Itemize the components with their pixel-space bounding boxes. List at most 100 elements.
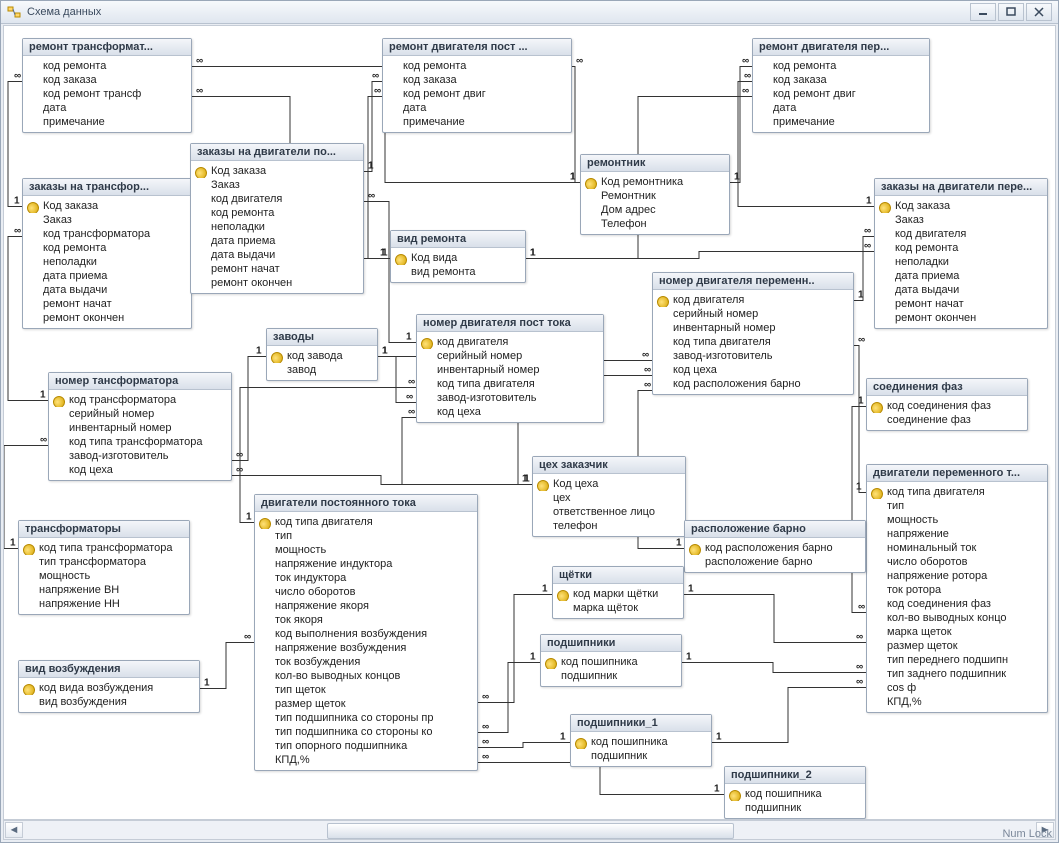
table-header[interactable]: расположение барно [685,521,865,538]
table-field[interactable]: завод-изготовитель [653,349,853,363]
table-field[interactable]: тип подшипника со стороны ко [255,725,477,739]
table-field[interactable]: Код цеха [533,477,685,491]
table-header[interactable]: соединения фаз [867,379,1027,396]
scroll-track[interactable] [24,823,1035,837]
table-field[interactable]: ток якоря [255,613,477,627]
table-field[interactable]: КПД,% [867,695,1047,709]
table-field[interactable]: ток индуктора [255,571,477,585]
table-field[interactable]: Ремонтник [581,189,729,203]
table-field[interactable]: дата приема [875,269,1047,283]
table-field[interactable]: код соединения фаз [867,597,1047,611]
table-t10[interactable]: заводыкод заводазавод [266,328,378,381]
table-t18[interactable]: расположение барно код расположения барно… [684,520,866,573]
table-field[interactable]: КПД,% [255,753,477,767]
table-field[interactable]: серийный номер [653,307,853,321]
table-field[interactable]: код типа трансформатора [19,541,189,555]
table-field[interactable]: неполадки [191,220,363,234]
table-field[interactable]: мощность [19,569,189,583]
table-field[interactable]: код ремонт двиг [753,87,929,101]
table-field[interactable]: число оборотов [867,555,1047,569]
table-field[interactable]: вид возбуждения [19,695,199,709]
table-field[interactable]: тип переднего подшипн [867,653,1047,667]
table-field[interactable]: ответственное лицо [533,505,685,519]
table-t15[interactable]: двигатели переменного т...код типа двига… [866,464,1048,713]
table-t20[interactable]: вид возбуждениякод вида возбуждениявид в… [18,660,200,713]
table-t14[interactable]: цех заказчикКод цехацехответственное лиц… [532,456,686,537]
table-field[interactable]: Заказ [23,213,191,227]
table-field[interactable]: Код вида [391,251,525,265]
table-field[interactable]: код пошипника [571,735,711,749]
table-field[interactable]: напряжение якоря [255,599,477,613]
table-field[interactable]: мощность [867,513,1047,527]
table-t11[interactable]: номер двигателя пост токакод двигателясе… [416,314,604,423]
table-field[interactable]: инвентарный номер [417,363,603,377]
table-field[interactable]: примечание [23,115,191,129]
table-field[interactable]: марка щеток [867,625,1047,639]
table-field[interactable]: дата выдачи [875,283,1047,297]
table-field[interactable]: число оборотов [255,585,477,599]
table-field[interactable]: код пошипника [725,787,865,801]
table-field[interactable]: код заказа [753,73,929,87]
table-field[interactable]: код ремонта [383,59,571,73]
table-header[interactable]: номер двигателя переменн.. [653,273,853,290]
table-header[interactable]: цех заказчик [533,457,685,474]
table-field[interactable]: ремонт окончен [191,276,363,290]
table-field[interactable]: подшипник [571,749,711,763]
table-header[interactable]: вид возбуждения [19,661,199,678]
table-field[interactable]: напряжение индуктора [255,557,477,571]
table-field[interactable]: дата приема [23,269,191,283]
table-field[interactable]: ремонт начат [191,262,363,276]
table-t1[interactable]: ремонт трансформат...код ремонтакод зака… [22,38,192,133]
table-field[interactable]: Заказ [875,213,1047,227]
table-field[interactable]: неполадки [23,255,191,269]
table-header[interactable]: заводы [267,329,377,346]
table-field[interactable]: код двигателя [417,335,603,349]
table-field[interactable]: код ремонт трансф [23,87,191,101]
table-field[interactable]: дата выдачи [191,248,363,262]
table-field[interactable]: код двигателя [191,192,363,206]
table-header[interactable]: двигатели переменного т... [867,465,1047,482]
table-header[interactable]: ремонтник [581,155,729,172]
table-field[interactable]: Код заказа [191,164,363,178]
table-field[interactable]: код ремонта [23,241,191,255]
table-field[interactable]: код ремонт двиг [383,87,571,101]
table-field[interactable]: код ремонта [753,59,929,73]
table-field[interactable]: Код заказа [23,199,191,213]
table-field[interactable]: напряжение ротора [867,569,1047,583]
table-field[interactable]: код выполнения возбуждения [255,627,477,641]
table-t3[interactable]: ремонт двигателя пер... код ремонтакод за… [752,38,930,133]
table-field[interactable]: тип подшипника со стороны пр [255,711,477,725]
table-field[interactable]: серийный номер [417,349,603,363]
table-field[interactable]: код расположения барно [653,377,853,391]
table-field[interactable]: Код заказа [875,199,1047,213]
table-field[interactable]: код расположения барно [685,541,865,555]
table-field[interactable]: ток возбуждения [255,655,477,669]
table-field[interactable]: Заказ [191,178,363,192]
table-t7[interactable]: заказы на двигатели пере... Код заказаЗак… [874,178,1048,329]
table-header[interactable]: ремонт двигателя пер... [753,39,929,56]
table-field[interactable]: код типа двигателя [255,515,477,529]
table-field[interactable]: ремонт начат [875,297,1047,311]
table-field[interactable]: дата выдачи [23,283,191,297]
table-header[interactable]: заказы на двигатели по... [191,144,363,161]
table-field[interactable]: размер щеток [255,697,477,711]
table-field[interactable]: код трансформатора [49,393,231,407]
table-field[interactable]: подшипник [541,669,681,683]
table-field[interactable]: примечание [753,115,929,129]
table-field[interactable]: код цеха [417,405,603,419]
close-button[interactable] [1026,3,1052,21]
table-t21[interactable]: подшипникикод пошипникаподшипник [540,634,682,687]
titlebar[interactable]: Схема данных [1,1,1058,24]
table-field[interactable]: кол-во выводных концо [867,611,1047,625]
table-t6[interactable]: ремонтникКод ремонтникаРемонтникДом адре… [580,154,730,235]
table-field[interactable]: мощность [255,543,477,557]
table-t9[interactable]: номер двигателя переменн..код двигателяс… [652,272,854,395]
maximize-button[interactable] [998,3,1024,21]
table-field[interactable]: тип заднего подшипник [867,667,1047,681]
table-header[interactable]: заказы на двигатели пере... [875,179,1047,196]
table-field[interactable]: напряжение [867,527,1047,541]
table-header[interactable]: подшипники_2 [725,767,865,784]
table-field[interactable]: неполадки [875,255,1047,269]
table-t4[interactable]: заказы на трансфор...Код заказаЗаказкод … [22,178,192,329]
table-t12[interactable]: номер тансформаторакод трансформаторасер… [48,372,232,481]
